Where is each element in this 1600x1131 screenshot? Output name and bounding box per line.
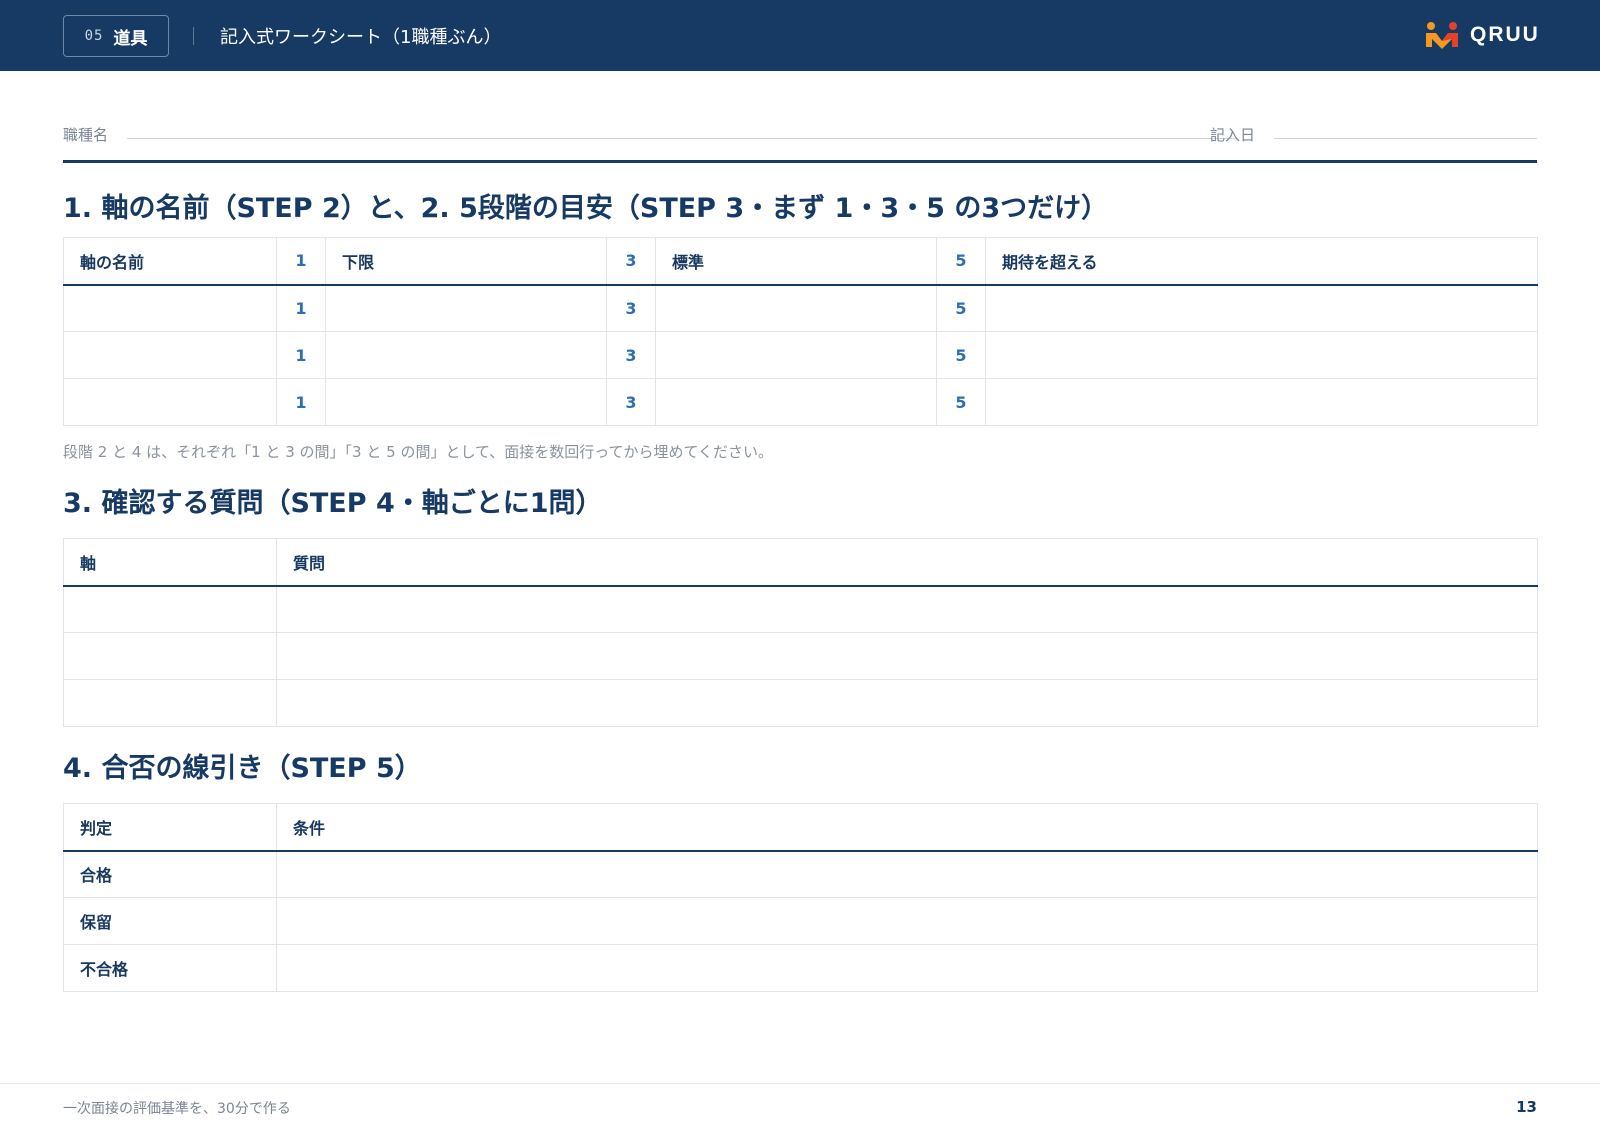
axis-cell[interactable] <box>63 585 277 633</box>
level-1-cell[interactable] <box>325 284 607 332</box>
meta-fields: 職種名 記入日 <box>63 124 1537 144</box>
level-5-cell[interactable] <box>985 284 1538 332</box>
level-1-label: 下限 <box>325 237 607 286</box>
level-3-marker: 3 <box>606 284 656 332</box>
table-row <box>63 679 1538 727</box>
level-1-header: 1 <box>276 237 326 286</box>
axis-name-header: 軸の名前 <box>63 237 277 286</box>
axis-levels-table: 軸の名前 1 下限 3 標準 5 期待を超える 1 3 5 1 3 5 1 3 … <box>63 237 1538 426</box>
axis-name-cell[interactable] <box>63 284 277 332</box>
level-1-marker: 1 <box>276 284 326 332</box>
levels-note: 段階 2 と 4 は、それぞれ「1 と 3 の間」「3 と 5 の間」として、面… <box>63 443 774 461</box>
date-field[interactable] <box>1274 138 1537 139</box>
footer-text: 一次面接の評価基準を、30分で作る <box>63 1101 291 1117</box>
level-1-marker: 1 <box>276 331 326 379</box>
axis-header: 軸 <box>63 538 277 587</box>
level-5-cell[interactable] <box>985 378 1538 426</box>
axis-name-cell[interactable] <box>63 331 277 379</box>
table-row: 保留 <box>63 897 1538 945</box>
level-3-marker: 3 <box>606 331 656 379</box>
level-5-marker: 5 <box>936 284 986 332</box>
level-3-cell[interactable] <box>655 284 937 332</box>
level-3-header: 3 <box>606 237 656 286</box>
level-5-marker: 5 <box>936 331 986 379</box>
page-number: 13 <box>1516 1098 1537 1116</box>
section-3-title: 3. 確認する質問（STEP 4・軸ごとに1問） <box>63 488 603 519</box>
header-divider <box>193 27 194 45</box>
verdict-pass: 合格 <box>63 850 277 898</box>
table-row <box>63 632 1538 680</box>
axis-cell[interactable] <box>63 679 277 727</box>
table-header-row: 判定 条件 <box>63 803 1538 852</box>
verdict-fail: 不合格 <box>63 944 277 992</box>
level-5-marker: 5 <box>936 378 986 426</box>
level-5-cell[interactable] <box>985 331 1538 379</box>
chapter-chip: 05 道具 <box>63 15 169 57</box>
brand-logo: QRUU <box>1424 21 1540 49</box>
level-1-marker: 1 <box>276 378 326 426</box>
section-4-title: 4. 合否の線引き（STEP 5） <box>63 753 422 784</box>
question-cell[interactable] <box>276 632 1538 680</box>
level-3-cell[interactable] <box>655 378 937 426</box>
question-cell[interactable] <box>276 679 1538 727</box>
condition-cell[interactable] <box>276 850 1538 898</box>
verdict-header: 判定 <box>63 803 277 852</box>
level-5-label: 期待を超える <box>985 237 1538 286</box>
level-5-header: 5 <box>936 237 986 286</box>
table-header-row: 軸の名前 1 下限 3 標準 5 期待を超える <box>63 237 1538 286</box>
section-1-title: 1. 軸の名前（STEP 2）と、2. 5段階の目安（STEP 3・まず 1・3… <box>63 193 1109 224</box>
people-logo-icon <box>1426 22 1458 49</box>
table-row: 不合格 <box>63 944 1538 992</box>
level-3-marker: 3 <box>606 378 656 426</box>
level-1-cell[interactable] <box>325 378 607 426</box>
meta-divider <box>63 160 1537 163</box>
table-row: 1 3 5 <box>63 378 1538 426</box>
level-1-cell[interactable] <box>325 331 607 379</box>
table-row: 合格 <box>63 850 1538 898</box>
job-name-label: 職種名 <box>63 126 109 144</box>
questions-table: 軸 質問 <box>63 538 1538 727</box>
condition-cell[interactable] <box>276 944 1538 992</box>
axis-name-cell[interactable] <box>63 378 277 426</box>
level-3-cell[interactable] <box>655 331 937 379</box>
chapter-label: 道具 <box>113 28 148 49</box>
table-row: 1 3 5 <box>63 284 1538 332</box>
condition-header: 条件 <box>276 803 1538 852</box>
table-header-row: 軸 質問 <box>63 538 1538 587</box>
table-row <box>63 585 1538 633</box>
date-label: 記入日 <box>1210 126 1256 144</box>
verdict-hold: 保留 <box>63 897 277 945</box>
table-row: 1 3 5 <box>63 331 1538 379</box>
question-header: 質問 <box>276 538 1538 587</box>
logo-text: QRUU <box>1470 23 1540 46</box>
question-cell[interactable] <box>276 585 1538 633</box>
footer-divider <box>0 1083 1600 1084</box>
page-header: 05 道具 記入式ワークシート（1職種ぶん） QRUU <box>0 0 1600 71</box>
condition-cell[interactable] <box>276 897 1538 945</box>
page-title: 記入式ワークシート（1職種ぶん） <box>220 27 502 48</box>
verdict-table: 判定 条件 合格 保留 不合格 <box>63 803 1538 992</box>
level-3-label: 標準 <box>655 237 937 286</box>
job-name-field[interactable] <box>127 138 1235 139</box>
axis-cell[interactable] <box>63 632 277 680</box>
chapter-number: 05 <box>84 28 104 44</box>
